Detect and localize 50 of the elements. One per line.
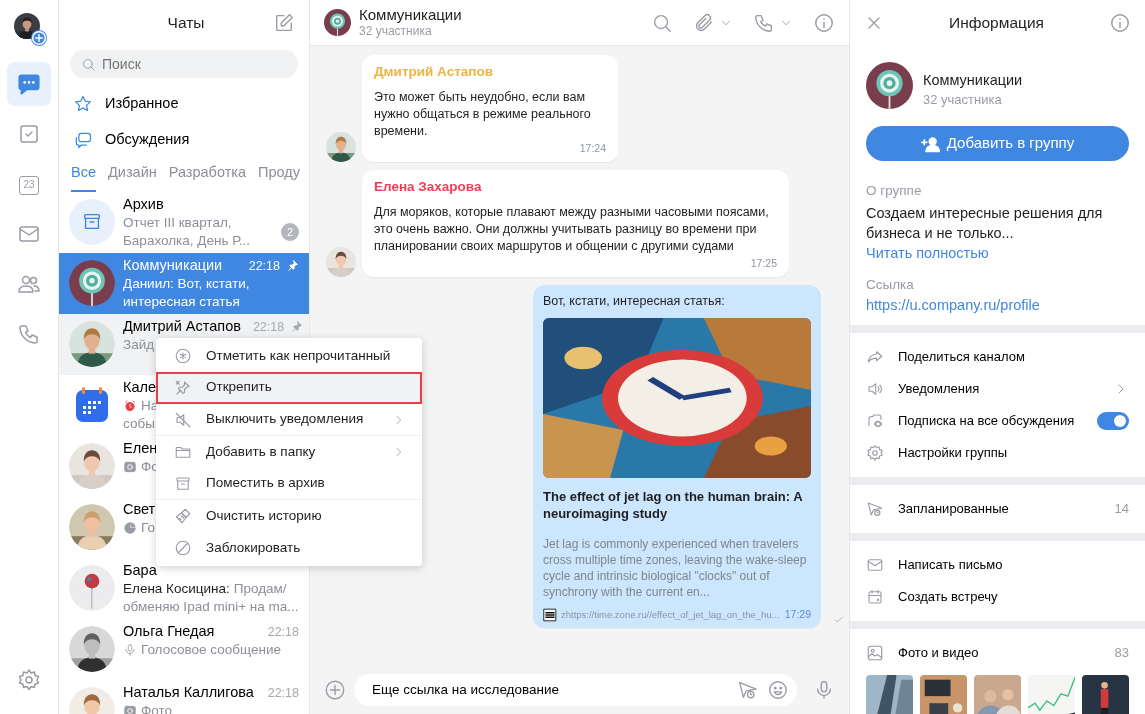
chat-name: Дмитрий Астапов [123,317,241,334]
author-name: Дмитрий Астапов [374,63,494,80]
message-preview: собы [123,414,155,433]
setting-label: Подписка на все обсуждения [898,412,1076,431]
item-count: 83 [1114,644,1129,663]
message-preview: Отчет III квартал, [123,213,232,232]
panel-title: Чаты [166,13,206,34]
message-preview: Барахолка, День Р... [123,231,250,250]
chat-name: Бара [123,561,157,578]
chat-name: Кале [123,378,157,395]
message-preview: Фото [141,701,172,714]
chat-time: 22:18 [267,684,299,702]
chat-title: Коммуникации [359,5,463,23]
message-time: 17:25 [749,256,777,271]
message-time: 17:29 [784,607,811,622]
message-preview: интересная статья [123,292,240,311]
message-preview: Даниил: Вот, кстати, [123,274,250,293]
chat-name: Елен [123,439,158,456]
chat-name: Наталья Каллигова [123,683,254,700]
chat-name: Архив [123,195,164,212]
calendar-date: 23 [19,176,39,195]
group-name: Коммуникации [923,71,1023,90]
message-text: Вот, кстати, интересная статья: [543,293,726,310]
message-preview: Голосовое сообщение [141,640,281,659]
message-preview: Го [141,518,155,537]
chat-time: 22:18 [252,318,285,336]
link-title: The effect of jet lag on the human brain: A neuroimaging study [543,488,804,522]
chat-name: Свет [123,500,156,517]
message-preview: Зайд [123,335,155,354]
panel-title: Информация [949,13,1044,34]
message-time: 17:24 [578,141,606,156]
message-preview: Продам/ [233,579,287,598]
chat-time: 22:18 [267,623,299,641]
member-count: 32 участника [923,91,1003,109]
message-text: Это может быть неудобно, если вам нужно общаться в режиме реального времени. [374,89,592,140]
item-count: 14 [1114,500,1129,519]
author-name: Елена Захарова [374,178,483,195]
sender-name: Елена Косицина: [123,579,230,598]
chat-time: 22:18 [248,257,280,275]
message-preview: обменяю Ipad mini+ на ma... [123,597,299,616]
unread-badge: 2 [281,222,299,241]
message-text: Для моряков, которые плавают между разными часовыми поясами, это очень важно. Они должны учитывать разницу во времени при планировании своих маршрутов и общении с другими судами [374,204,770,255]
section-label: О группе [866,182,923,200]
section-label: Ссылка [866,276,915,294]
link-url: zhttps://time.zone.ru//effect_of_jet_lag_on_the_hu... [561,608,781,622]
chat-name: Ольга Гнедая [123,622,215,639]
group-description: Создаем интересные решения для бизнеса и не только... [866,204,1104,244]
chat-name: Коммуникации [123,256,223,273]
member-count: 32 участника [359,23,433,40]
link-description: Jet lag is commonly experienced when travelers cross multiple time zones, leaving the wake-sleep cycle and intrinsic biological "clocks" out of synchrony with the current en... [543,536,808,600]
